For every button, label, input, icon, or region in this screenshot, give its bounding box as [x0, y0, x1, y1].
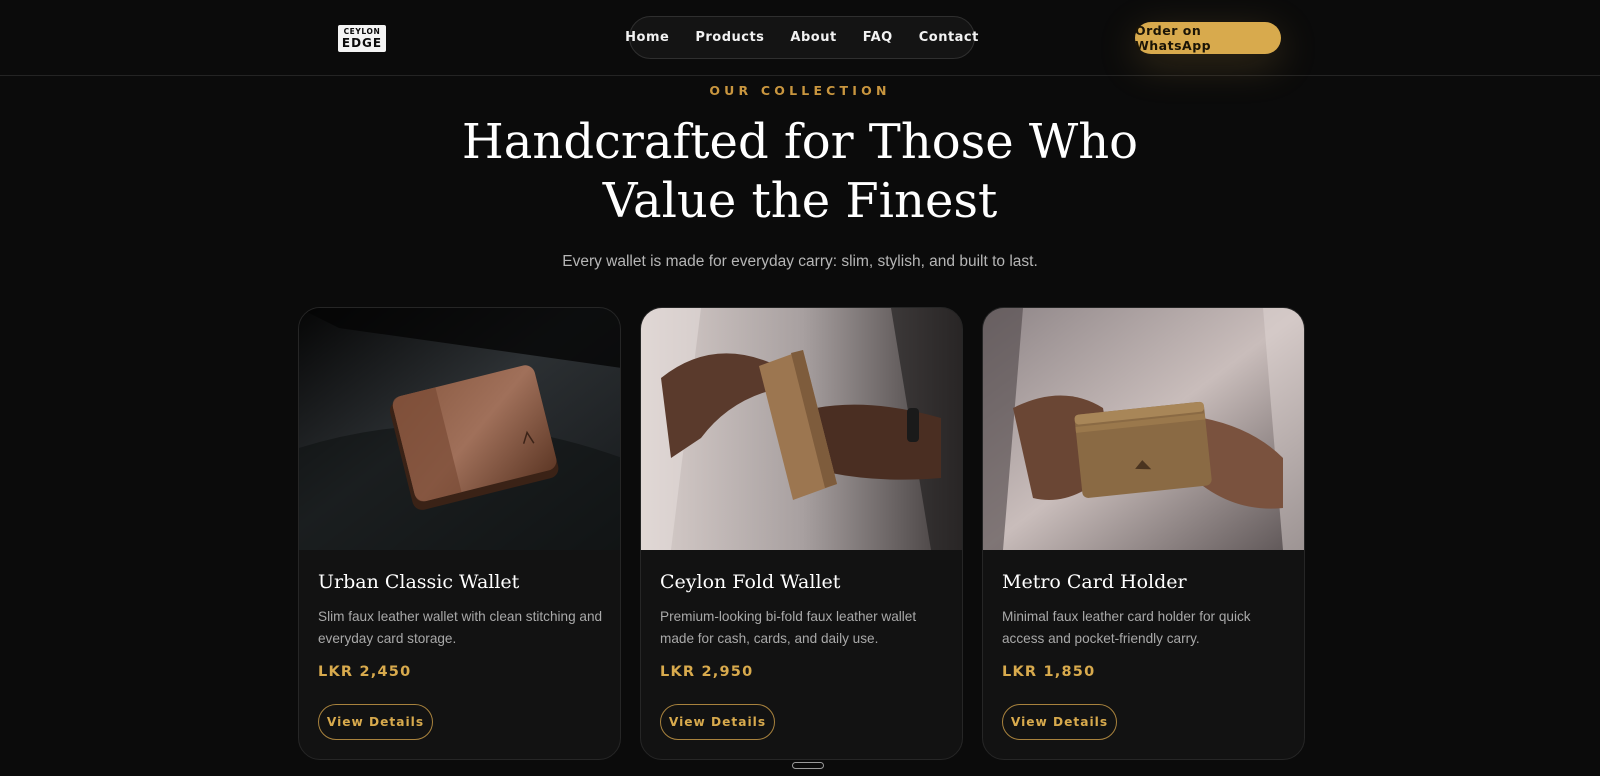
nav-products[interactable]: Products: [682, 30, 777, 45]
product-image-ceylon-fold-wallet[interactable]: [641, 308, 962, 550]
logo-line2: EDGE: [341, 35, 383, 50]
product-image-metro-card-holder[interactable]: [983, 308, 1304, 550]
product-title: Ceylon Fold Wallet: [660, 571, 841, 593]
headline-line2: Value the Finest: [602, 173, 998, 229]
nav-about[interactable]: About: [777, 30, 849, 45]
view-details-button[interactable]: View Details: [1002, 704, 1117, 740]
order-whatsapp-button[interactable]: Order on WhatsApp: [1135, 22, 1281, 54]
site-header: CEYLON EDGE Home Products About FAQ Cont…: [0, 0, 1600, 76]
view-details-button[interactable]: View Details: [660, 704, 775, 740]
nav-home[interactable]: Home: [612, 30, 682, 45]
section-subhead: Every wallet is made for everyday carry:…: [562, 253, 1038, 270]
logo-line1: CEYLON: [343, 27, 381, 37]
product-description: Slim faux leather wallet with clean stit…: [318, 609, 603, 646]
product-price: LKR 2,950: [660, 664, 754, 680]
nav-contact[interactable]: Contact: [906, 30, 992, 45]
product-card: Ceylon Fold Wallet Premium-looking bi-fo…: [640, 307, 963, 760]
product-card: Urban Classic Wallet Slim faux leather w…: [298, 307, 621, 760]
section-headline: Handcrafted for Those Who Value the Fine…: [0, 113, 1600, 231]
product-image-urban-classic-wallet[interactable]: [299, 308, 620, 550]
page: CEYLON EDGE Home Products About FAQ Cont…: [0, 0, 1600, 776]
brand-logo[interactable]: CEYLON EDGE: [338, 25, 386, 52]
scroll-indicator[interactable]: [792, 762, 824, 769]
nav-faq[interactable]: FAQ: [850, 30, 906, 45]
product-title: Urban Classic Wallet: [318, 571, 520, 593]
product-title: Metro Card Holder: [1002, 571, 1187, 593]
product-price: LKR 1,850: [1002, 664, 1096, 680]
main-nav: Home Products About FAQ Contact: [625, 16, 978, 59]
view-details-button[interactable]: View Details: [318, 704, 433, 740]
product-price: LKR 2,450: [318, 664, 412, 680]
section-eyebrow: OUR COLLECTION: [709, 83, 891, 98]
headline-line1: Handcrafted for Those Who: [461, 114, 1139, 170]
product-description: Premium-looking bi-fold faux leather wal…: [660, 609, 917, 646]
product-description: Minimal faux leather card holder for qui…: [1002, 609, 1251, 646]
product-card: Metro Card Holder Minimal faux leather c…: [982, 307, 1305, 760]
